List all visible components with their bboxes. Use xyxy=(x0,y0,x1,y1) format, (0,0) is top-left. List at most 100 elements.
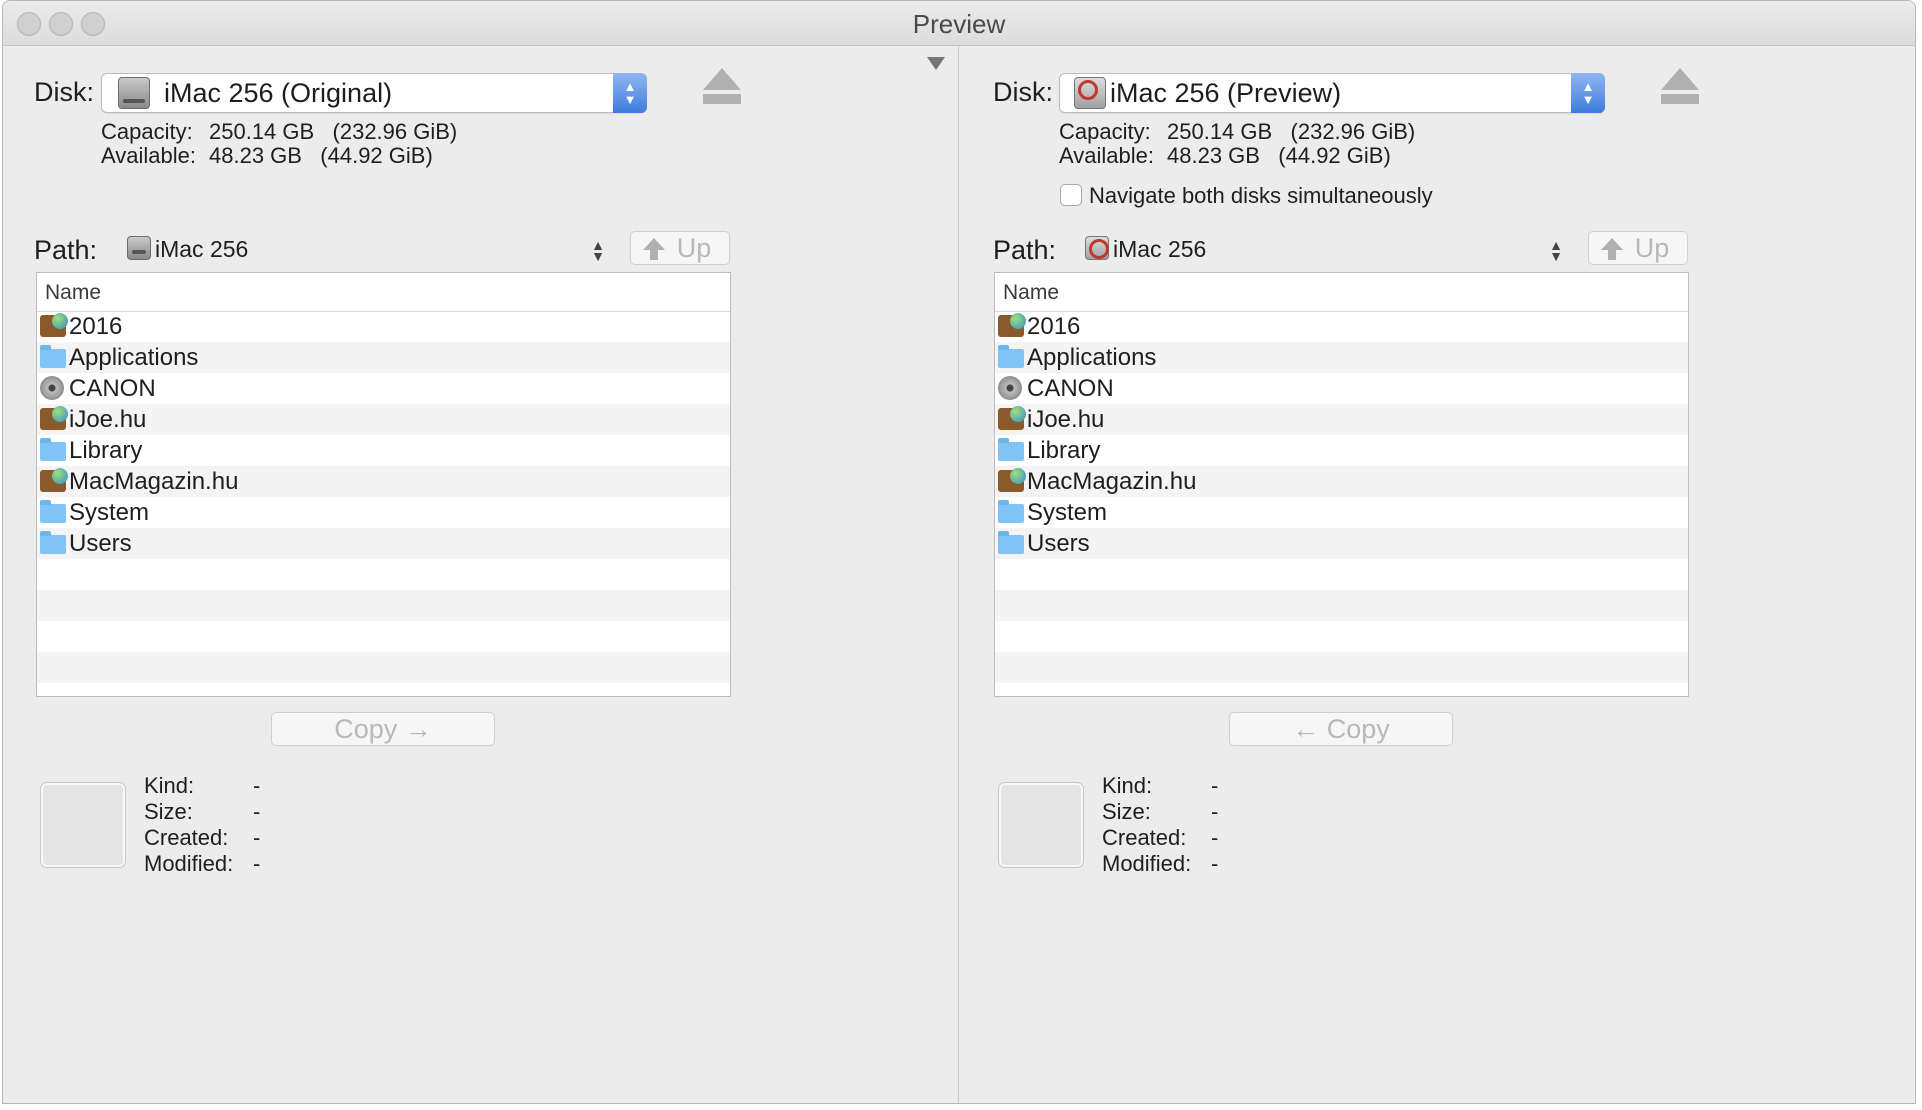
disk-popup[interactable]: iMac 256 (Original) ▲ ▼ xyxy=(101,73,647,113)
kind-value: - xyxy=(1211,773,1219,798)
size-label: Size: xyxy=(1102,799,1151,824)
list-item-name: Users xyxy=(69,530,132,557)
up-arrow-icon xyxy=(1601,238,1623,260)
path-label: Path: xyxy=(34,235,98,265)
list-item[interactable]: System xyxy=(995,497,1688,528)
path-stepper-icon[interactable]: ▲ ▼ xyxy=(1548,238,1564,263)
list-item-name: 2016 xyxy=(69,313,123,340)
disk-icon xyxy=(40,376,64,400)
list-item[interactable]: Applications xyxy=(37,342,730,373)
modified-value: - xyxy=(253,851,261,876)
list-item-name: 2016 xyxy=(1027,313,1081,340)
folder-icon xyxy=(40,500,66,523)
kind-label: Kind: xyxy=(1102,773,1153,798)
list-item[interactable]: iJoe.hu xyxy=(995,404,1688,435)
folder-icon xyxy=(40,438,66,461)
empty-row xyxy=(37,621,730,652)
alias-icon xyxy=(40,406,68,430)
disk-label: Disk: xyxy=(993,77,1053,107)
list-item[interactable]: System xyxy=(37,497,730,528)
folder-icon xyxy=(40,531,66,554)
folder-icon xyxy=(998,438,1024,461)
size-label: Size: xyxy=(144,799,193,824)
list-item[interactable]: 2016 xyxy=(37,311,730,342)
list-item-name: System xyxy=(1027,499,1108,526)
folder-icon xyxy=(998,345,1024,368)
list-item[interactable]: Library xyxy=(995,435,1688,466)
empty-row xyxy=(995,590,1688,621)
left-pane: Disk: iMac 256 (Original) ▲ ▼ Capacity: 2… xyxy=(3,46,958,1103)
created-value: - xyxy=(1211,825,1219,850)
up-button-label: Up xyxy=(676,233,712,263)
list-item-name: Applications xyxy=(69,344,199,371)
file-list[interactable]: Name 2016 Applications CANON iJoe.hu Library… xyxy=(994,272,1689,697)
kind-label: Kind: xyxy=(144,773,195,798)
empty-row xyxy=(37,652,730,683)
available-value: 48.23 GB (44.92 GiB) xyxy=(209,143,433,168)
list-item-name: CANON xyxy=(69,375,156,402)
eject-icon[interactable] xyxy=(1661,68,1699,108)
list-item[interactable]: 2016 xyxy=(995,311,1688,342)
item-preview-thumbnail xyxy=(41,783,125,867)
folder-icon xyxy=(998,531,1024,554)
size-value: - xyxy=(253,799,261,824)
empty-row xyxy=(37,559,730,590)
disk-popup-value: iMac 256 (Original) xyxy=(164,78,393,108)
preview-disk-icon xyxy=(1074,77,1106,109)
list-item[interactable]: Applications xyxy=(995,342,1688,373)
alias-icon xyxy=(40,468,68,492)
list-item[interactable]: CANON xyxy=(995,373,1688,404)
title-bar: Preview xyxy=(3,1,1915,46)
kind-value: - xyxy=(253,773,261,798)
size-value: - xyxy=(1211,799,1219,824)
copy-left-button[interactable]: ← Copy xyxy=(1229,712,1453,746)
navigate-both-checkbox[interactable] xyxy=(1060,184,1082,206)
alias-icon xyxy=(40,313,68,337)
column-header-name[interactable]: Name xyxy=(995,273,1688,312)
list-item-name: iJoe.hu xyxy=(1027,406,1105,433)
capacity-label: Capacity: xyxy=(101,119,193,144)
popup-stepper-icon: ▲ ▼ xyxy=(613,73,647,113)
eject-icon[interactable] xyxy=(703,68,741,108)
window-title: Preview xyxy=(912,9,1006,39)
folder-icon xyxy=(998,500,1024,523)
preview-window: Preview Disk: iMac 256 (Original) ▲ ▼ Cap… xyxy=(2,0,1916,1104)
list-item-name: Users xyxy=(1027,530,1090,557)
up-button-label: Up xyxy=(1634,233,1670,263)
empty-row xyxy=(995,559,1688,590)
available-value: 48.23 GB (44.92 GiB) xyxy=(1167,143,1391,168)
list-item[interactable]: Users xyxy=(37,528,730,559)
navigate-both-label[interactable]: Navigate both disks simultaneously xyxy=(1089,183,1433,209)
copy-right-button[interactable]: Copy → xyxy=(271,712,495,746)
up-button[interactable]: Up xyxy=(630,231,730,265)
up-button[interactable]: Up xyxy=(1588,231,1688,265)
list-item[interactable]: Library xyxy=(37,435,730,466)
path-popup[interactable]: iMac 256 xyxy=(155,236,248,263)
created-label: Created: xyxy=(1102,825,1187,850)
disk-label: Disk: xyxy=(34,77,94,107)
disk-popup[interactable]: iMac 256 (Preview) ▲ ▼ xyxy=(1059,73,1605,113)
folder-icon xyxy=(40,345,66,368)
column-header-name[interactable]: Name xyxy=(37,273,730,312)
list-item[interactable]: Users xyxy=(995,528,1688,559)
empty-row xyxy=(37,590,730,621)
list-item[interactable]: MacMagazin.hu xyxy=(37,466,730,497)
capacity-value: 250.14 GB (232.96 GiB) xyxy=(209,119,458,144)
modified-value: - xyxy=(1211,851,1219,876)
list-item[interactable]: CANON xyxy=(37,373,730,404)
path-stepper-icon[interactable]: ▲ ▼ xyxy=(590,238,606,263)
alias-icon xyxy=(998,313,1026,337)
list-item[interactable]: iJoe.hu xyxy=(37,404,730,435)
popup-stepper-icon: ▲ ▼ xyxy=(1571,73,1605,113)
up-arrow-icon xyxy=(643,238,665,260)
item-preview-thumbnail xyxy=(999,783,1083,867)
list-item[interactable]: MacMagazin.hu xyxy=(995,466,1688,497)
created-value: - xyxy=(253,825,261,850)
created-label: Created: xyxy=(144,825,229,850)
empty-row xyxy=(995,652,1688,683)
hard-drive-icon xyxy=(118,77,150,109)
list-item-name: iJoe.hu xyxy=(69,406,147,433)
path-popup[interactable]: iMac 256 xyxy=(1113,236,1206,263)
preview-disk-icon xyxy=(1085,236,1109,260)
file-list[interactable]: Name 2016 Applications CANON iJoe.hu Library… xyxy=(36,272,731,697)
